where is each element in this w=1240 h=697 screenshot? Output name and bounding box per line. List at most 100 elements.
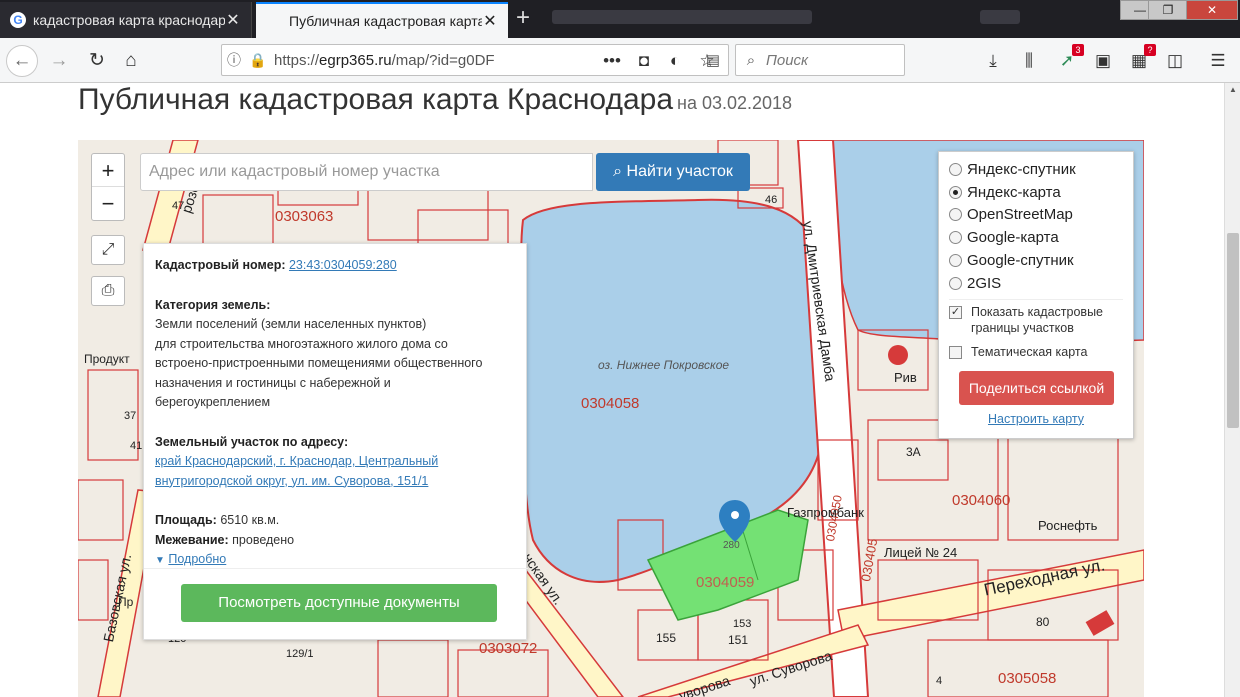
checkbox[interactable] <box>949 345 962 359</box>
layer-option-yandex-satellite[interactable]: Яндекс-спутник <box>949 158 1123 181</box>
radio-button[interactable] <box>949 162 962 176</box>
page-actions-icon[interactable]: ••• <box>598 46 626 76</box>
layer-option-google-map[interactable]: Google-карта <box>949 226 1123 249</box>
poi-label: Роснефть <box>1038 518 1098 533</box>
radio-button[interactable] <box>949 231 962 245</box>
layer-label: 2GIS <box>967 274 1002 292</box>
category-line: для строительства многоэтажного жилого д… <box>155 336 448 351</box>
tab-strip: G кадастровая карта краснодар ✕ Публична… <box>0 0 1240 38</box>
house-number: 37 <box>124 410 137 422</box>
category-line: назначения и гостиницы с набережной и <box>155 375 391 390</box>
poi-label: Газпромбанк <box>787 505 864 520</box>
info-icon[interactable]: ⓘ <box>222 50 246 70</box>
cadastral-label: Кадастровый номер: <box>155 258 286 272</box>
layer-option-osm[interactable]: OpenStreetMap <box>949 204 1123 227</box>
close-tab-icon[interactable]: ✕ <box>225 10 241 30</box>
quarter-label: 0305058 <box>998 670 1057 687</box>
cadastral-map[interactable]: оз. Нижнее Покровское 0304058 0304059 03… <box>78 140 1144 697</box>
layer-option-google-satellite[interactable]: Google-спутник <box>949 249 1123 272</box>
show-borders-label: Показать кадастровые границы участков <box>971 304 1104 335</box>
library-icon[interactable]: ⫼ <box>1014 46 1044 76</box>
thematic-label: Тематическая карта <box>971 344 1088 359</box>
tab-google-search[interactable]: G кадастровая карта краснодар ✕ <box>0 2 252 38</box>
layer-option-2gis[interactable]: 2GIS <box>949 272 1123 295</box>
share-link-button[interactable]: Поделиться ссылкой <box>959 370 1114 405</box>
shopping-bag-icon[interactable]: ▣ <box>1088 46 1118 76</box>
print-icon[interactable]: ⎙ <box>91 276 125 306</box>
notification-badge: ? <box>1144 44 1156 56</box>
house-number: 47 <box>172 200 185 212</box>
blurred-window-title <box>980 10 1020 24</box>
extension-icon[interactable]: ▦? <box>1124 44 1156 76</box>
survey-label: Межевание: <box>155 532 229 547</box>
zoom-out-button[interactable]: − <box>92 187 124 220</box>
details-link[interactable]: Подробно <box>168 552 226 566</box>
address-link[interactable]: внутригородской округ, ул. им. Суворова,… <box>155 474 428 488</box>
back-button[interactable]: ← <box>6 45 38 77</box>
page-date: на 03.02.2018 <box>677 93 793 113</box>
notification-badge: 3 <box>1072 44 1084 56</box>
home-button[interactable]: ⌂ <box>116 46 146 76</box>
tab-cadastral-map[interactable]: Публичная кадастровая карта ✕ <box>256 2 508 38</box>
show-borders-option[interactable]: ✓ Показать кадастровые границы участков <box>949 304 1123 336</box>
lock-warning-icon[interactable]: 🔒 <box>246 52 270 69</box>
configure-map-link[interactable]: Настроить карту <box>949 412 1123 426</box>
address-link[interactable]: край Краснодарский, г. Краснодар, Центра… <box>155 454 438 468</box>
search-icon: ⌕ <box>613 163 623 180</box>
bookmark-star-icon[interactable]: ☆ <box>693 46 721 76</box>
view-documents-button[interactable]: Посмотреть доступные документы <box>181 584 497 622</box>
tab-title: кадастровая карта краснодар <box>33 12 225 28</box>
house-number: 4 <box>936 675 943 687</box>
downloads-icon[interactable]: ⤓ <box>978 46 1008 76</box>
extension-arrow-icon[interactable]: ➚ 3 <box>1052 44 1084 76</box>
landmark-icon <box>888 345 908 365</box>
scroll-up-icon[interactable]: ▲ <box>1225 85 1240 94</box>
new-tab-button[interactable]: + <box>516 6 530 30</box>
search-box[interactable]: ⌕ Поиск <box>735 44 905 76</box>
extension-icon[interactable]: ◐ <box>661 46 689 76</box>
radio-button[interactable] <box>949 208 962 222</box>
checkbox-checked[interactable]: ✓ <box>949 305 962 319</box>
find-parcel-button[interactable]: ⌕ Найти участок <box>596 153 750 191</box>
sidebar-icon[interactable]: ◫ <box>1160 46 1190 76</box>
quarter-label: 0303072 <box>479 640 538 657</box>
forward-button[interactable]: → <box>44 46 74 76</box>
house-number: 155 <box>656 631 677 645</box>
zoom-in-button[interactable]: + <box>92 154 124 187</box>
layer-label: Яндекс-карта <box>967 183 1061 201</box>
page-scrollbar[interactable]: ▲ <box>1224 83 1240 697</box>
zoom-control: + − <box>91 153 125 221</box>
google-icon: G <box>10 12 26 28</box>
category-line: берегоукреплением <box>155 395 271 409</box>
find-parcel-label: Найти участок <box>626 163 733 180</box>
close-window-button[interactable]: ✕ <box>1186 0 1238 20</box>
thematic-map-option[interactable]: Тематическая карта <box>949 344 1123 360</box>
layer-switcher: Яндекс-спутник Яндекс-карта OpenStreetMa… <box>938 151 1134 439</box>
area-value: 6510 кв.м. <box>220 513 280 527</box>
fullscreen-icon[interactable]: ⤢ <box>91 235 125 265</box>
area-label: Площадь: <box>155 513 217 527</box>
close-tab-icon[interactable]: ✕ <box>482 11 498 31</box>
reload-button[interactable]: ↻ <box>82 46 112 76</box>
layer-label: Google-карта <box>967 229 1059 247</box>
layer-option-yandex-map[interactable]: Яндекс-карта <box>949 181 1123 204</box>
divider <box>144 568 528 569</box>
pocket-icon[interactable]: ◘ <box>630 46 658 76</box>
house-number: 46 <box>765 194 778 206</box>
address-search-input[interactable]: Адрес или кадастровый номер участка <box>140 153 593 191</box>
blurred-window-title <box>552 10 812 24</box>
house-number: 80 <box>1036 615 1050 629</box>
scroll-thumb[interactable] <box>1227 233 1239 428</box>
navigation-toolbar: ← → ↻ ⌂ ⓘ 🔒 https://egrp365.ru/map/?id=g… <box>0 38 1240 83</box>
house-number: 41 <box>130 440 143 452</box>
layer-label: Google-спутник <box>967 252 1074 270</box>
quarter-label: 0304059 <box>696 574 755 591</box>
cadastral-number-link[interactable]: 23:43:0304059:280 <box>289 258 397 272</box>
quarter-label: 0304060 <box>952 492 1011 509</box>
menu-icon[interactable]: ☰ <box>1203 46 1233 76</box>
radio-button-selected[interactable] <box>949 185 962 199</box>
radio-button[interactable] <box>949 254 962 268</box>
radio-button[interactable] <box>949 276 962 290</box>
maximize-button[interactable]: ❐ <box>1148 0 1188 20</box>
caret-down-icon: ▼ <box>155 555 165 566</box>
